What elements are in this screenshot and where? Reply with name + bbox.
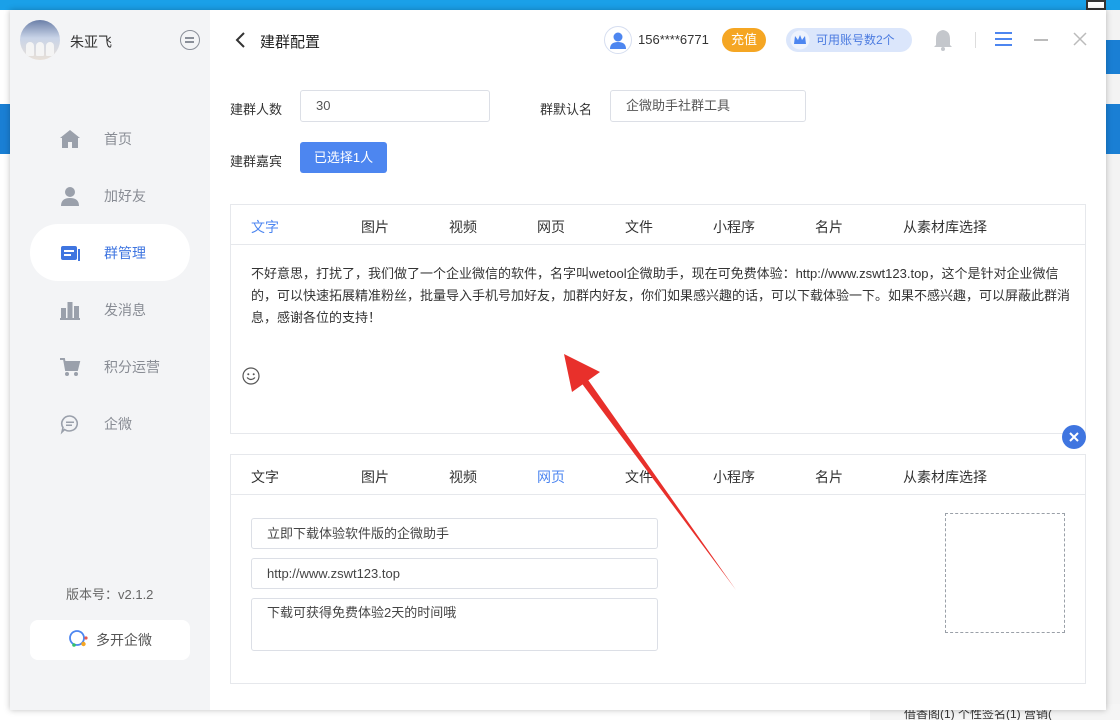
message-panel-2: 文字 图片 视频 网页 文件 小程序 名片 从素材库选择 立即下载体验软件版的企…: [230, 454, 1086, 684]
desktop-right-blue-block: [1106, 40, 1120, 74]
tab-file[interactable]: 文件: [625, 467, 653, 487]
bell-icon[interactable]: [932, 28, 954, 52]
page-title: 建群配置: [260, 34, 321, 51]
sidebar-item-label: 加好友: [104, 187, 146, 204]
desktop-top-bar: [0, 0, 1120, 10]
sidebar-item-label: 积分运营: [104, 358, 160, 375]
link-description-input[interactable]: 下载可获得免费体验2天的时间哦: [251, 598, 658, 651]
tab-image[interactable]: 图片: [361, 217, 389, 237]
group-size-input[interactable]: 30: [300, 90, 490, 122]
sidebar-item-send-message[interactable]: 发消息: [30, 281, 190, 338]
message-tabs-1: 文字 图片 视频 网页 文件 小程序 名片 从素材库选择: [231, 205, 1085, 245]
tab-mini-program[interactable]: 小程序: [713, 217, 755, 237]
group-manage-icon: [58, 241, 82, 265]
header: 建群配置 156****6771 充值 可用账号数2个: [210, 10, 1106, 70]
account-avatar-icon[interactable]: [604, 26, 632, 54]
sidebar: 朱亚飞 首页 加好友 群管理 发消息 积分运营 企微 版本号：v2.1.2 多开…: [10, 10, 210, 710]
menu-icon[interactable]: [995, 30, 1013, 48]
remove-panel-icon[interactable]: [1062, 425, 1086, 449]
collapse-menu-icon[interactable]: [180, 30, 200, 50]
header-divider: [975, 32, 976, 48]
account-number: 156****6771: [638, 32, 709, 47]
tab-image[interactable]: 图片: [361, 467, 389, 487]
tab-file[interactable]: 文件: [625, 217, 653, 237]
sidebar-item-home[interactable]: 首页: [30, 110, 190, 167]
available-accounts-badge[interactable]: 可用账号数2个: [786, 28, 912, 52]
group-size-label: 建群人数: [230, 102, 283, 117]
avatar[interactable]: [20, 20, 60, 60]
app-window: 朱亚飞 首页 加好友 群管理 发消息 积分运营 企微 版本号：v2.1.2 多开…: [10, 10, 1106, 710]
crown-icon: [790, 30, 810, 50]
tab-webpage[interactable]: 网页: [537, 217, 565, 237]
chat-bubble-icon: [58, 412, 82, 436]
user-row: 朱亚飞: [20, 20, 200, 60]
back-arrow-icon[interactable]: [232, 30, 250, 50]
multi-open-button[interactable]: 多开企微: [30, 620, 190, 660]
tab-webpage[interactable]: 网页: [537, 467, 565, 487]
version-label: 版本号：v2.1.2: [66, 587, 154, 602]
link-thumbnail-upload[interactable]: [945, 513, 1065, 633]
desktop-right-blue-block-2: [1106, 104, 1120, 154]
main-content: 建群人数 30 群默认名 企微助手社群工具 建群嘉宾 已选择1人 文字 图片 视…: [210, 70, 1106, 710]
emoji-icon[interactable]: [242, 367, 260, 385]
tab-material-library[interactable]: 从素材库选择: [903, 467, 987, 487]
link-title-input[interactable]: 立即下载体验软件版的企微助手: [251, 518, 658, 549]
home-icon: [58, 127, 82, 151]
tab-video[interactable]: 视频: [449, 217, 477, 237]
sidebar-item-wecom[interactable]: 企微: [30, 395, 190, 452]
tab-text[interactable]: 文字: [251, 467, 279, 487]
tab-card[interactable]: 名片: [815, 217, 843, 237]
sidebar-item-label: 企微: [104, 415, 132, 432]
sidebar-item-points[interactable]: 积分运营: [30, 338, 190, 395]
close-icon[interactable]: [1072, 31, 1088, 47]
desktop-left-strip: [0, 104, 10, 154]
tab-material-library[interactable]: 从素材库选择: [903, 217, 987, 237]
sidebar-item-label: 首页: [104, 130, 132, 147]
group-name-input[interactable]: 企微助手社群工具: [610, 90, 806, 122]
wecom-logo-icon: [68, 629, 90, 651]
sidebar-nav: 首页 加好友 群管理 发消息 积分运营 企微: [30, 110, 190, 452]
available-accounts-label: 可用账号数2个: [816, 33, 895, 47]
message-textarea[interactable]: 不好意思，打扰了，我们做了一个企业微信的软件，名字叫wetool企微助手，现在可…: [251, 263, 1071, 329]
sidebar-item-label: 发消息: [104, 301, 146, 318]
desktop-corner-box: [1086, 0, 1106, 10]
user-name: 朱亚飞: [70, 34, 112, 50]
multi-open-label: 多开企微: [96, 632, 152, 648]
bar-chart-icon: [58, 298, 82, 322]
sidebar-item-add-friend[interactable]: 加好友: [30, 167, 190, 224]
sidebar-item-group-manage[interactable]: 群管理: [30, 224, 190, 281]
sidebar-item-label: 群管理: [104, 244, 146, 261]
message-panel-1: 文字 图片 视频 网页 文件 小程序 名片 从素材库选择 不好意思，打扰了，我们…: [230, 204, 1086, 434]
minimize-icon[interactable]: [1034, 39, 1048, 41]
tab-mini-program[interactable]: 小程序: [713, 467, 755, 487]
recharge-button[interactable]: 充值: [722, 28, 766, 52]
group-guest-label: 建群嘉宾: [230, 154, 283, 169]
group-name-label: 群默认名: [540, 102, 593, 117]
tab-text[interactable]: 文字: [251, 217, 279, 237]
select-guest-button[interactable]: 已选择1人: [300, 142, 387, 173]
message-tabs-2: 文字 图片 视频 网页 文件 小程序 名片 从素材库选择: [231, 455, 1085, 495]
tab-video[interactable]: 视频: [449, 467, 477, 487]
link-url-input[interactable]: http://www.zswt123.top: [251, 558, 658, 589]
tab-card[interactable]: 名片: [815, 467, 843, 487]
user-icon: [58, 184, 82, 208]
cart-icon: [58, 355, 82, 379]
